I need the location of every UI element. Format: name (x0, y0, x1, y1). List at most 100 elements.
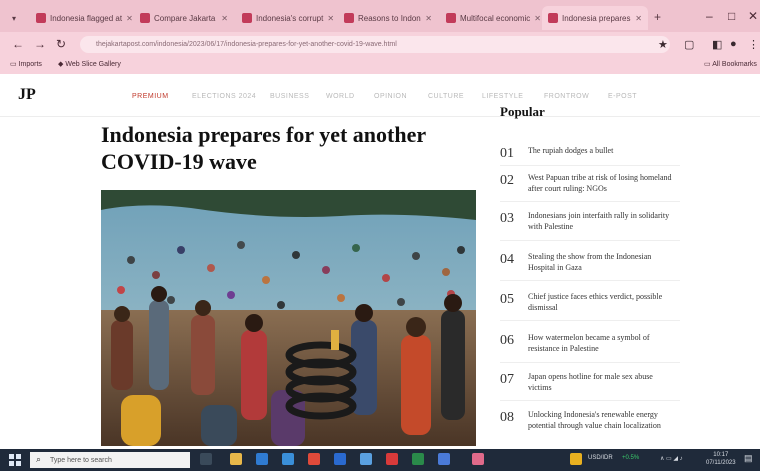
nav-item-culture[interactable]: CULTURE (428, 93, 464, 100)
divider (500, 165, 680, 166)
bookmark-web-slice-gallery[interactable]: ◆ Web Slice Gallery (58, 60, 121, 68)
mail-icon[interactable] (334, 453, 346, 465)
nav-item-elections[interactable]: ELECTIONS 2024 (192, 93, 256, 100)
browser-chrome: ▾ Indonesia flagged at ✕ Compare Jakarta… (0, 0, 760, 74)
close-tab-icon[interactable]: ✕ (217, 14, 228, 23)
favicon-icon (242, 13, 252, 23)
divider (500, 240, 680, 241)
task-view-icon[interactable] (200, 453, 212, 465)
tab-label: Indonesia prepares (562, 13, 631, 23)
tab-1[interactable]: Indonesia flagged at ✕ (30, 6, 132, 30)
nav-item-business[interactable]: BUSINESS (270, 93, 309, 100)
popular-rank: 08 (500, 410, 514, 425)
nav-item-lifestyle[interactable]: LIFESTYLE (482, 93, 523, 100)
popular-rank: 01 (500, 146, 514, 161)
tab-4[interactable]: Reasons to Indon ✕ (338, 6, 438, 30)
nav-item-epost[interactable]: E-POST (608, 93, 637, 100)
edge-icon[interactable] (256, 453, 268, 465)
url-text: thejakartapost.com/indonesia/2023/06/17/… (96, 41, 397, 48)
divider (500, 201, 680, 202)
profile-icon[interactable]: ● (730, 38, 737, 50)
close-tab-icon[interactable]: ✕ (421, 14, 432, 23)
stock-change: +0.5% (622, 455, 640, 461)
app-icon[interactable] (360, 453, 372, 465)
popular-title-link[interactable]: Indonesians join interfaith rally in sol… (528, 210, 678, 232)
article-photo (101, 190, 476, 446)
favicon-icon (548, 13, 558, 23)
clock-date: 07/11/2023 (706, 460, 736, 466)
system-tray-icons[interactable]: ∧ ▭ ◢ ♪ (660, 455, 683, 462)
search-icon: ⌕ (36, 454, 42, 464)
minimize-button[interactable]: – (706, 9, 713, 23)
close-tab-icon[interactable]: ✕ (530, 14, 540, 23)
popular-rank: 04 (500, 252, 514, 267)
popular-title-link[interactable]: The rupiah dodges a bullet (528, 145, 678, 156)
system-clock[interactable]: 10:17 07/11/2023 (706, 451, 736, 467)
popular-title-link[interactable]: Chief justice faces ethics verdict, poss… (528, 291, 678, 313)
app-icon-2[interactable] (412, 453, 424, 465)
favicon-icon (36, 13, 46, 23)
site-logo[interactable]: JP (18, 86, 36, 104)
all-bookmarks[interactable]: ▭ All Bookmarks (704, 60, 757, 68)
notification-icon[interactable]: ▤ (744, 453, 753, 464)
file-explorer-icon[interactable] (230, 453, 242, 465)
popular-rank: 07 (500, 372, 514, 387)
office-icon[interactable] (386, 453, 398, 465)
menu-icon[interactable]: ⋮ (748, 38, 759, 51)
chrome-pink-icon[interactable] (472, 453, 484, 465)
favicon-icon (344, 13, 354, 23)
back-arrow-icon[interactable]: ← (12, 37, 24, 51)
star-icon[interactable]: ★ (658, 38, 668, 51)
new-tab-button[interactable]: + (654, 10, 661, 24)
store-icon[interactable] (282, 453, 294, 465)
chrome-icon[interactable] (308, 453, 320, 465)
tab-label: Indonesia's corrupt (256, 13, 324, 23)
close-tab-icon[interactable]: ✕ (631, 14, 642, 23)
tab-5[interactable]: Multifocal economic ✕ (440, 6, 540, 30)
close-tab-icon[interactable]: ✕ (122, 14, 132, 23)
nav-item-opinion[interactable]: OPINION (374, 93, 407, 100)
word-icon[interactable] (438, 453, 450, 465)
clock-time: 10:17 (713, 452, 729, 458)
popular-title-link[interactable]: Stealing the show from the Indonesian Ho… (528, 251, 678, 273)
tab-label: Reasons to Indon (358, 13, 421, 23)
windows-start-icon[interactable] (9, 454, 21, 466)
article-headline: Indonesia prepares for yet another COVID… (101, 122, 426, 174)
address-bar[interactable]: thejakartapost.com/indonesia/2023/06/17/… (80, 36, 670, 53)
extension-icon[interactable]: ▢ (684, 38, 694, 51)
popular-title-link[interactable]: Unlocking Indonesia's renewable energy p… (528, 409, 678, 431)
tab-3[interactable]: Indonesia's corrupt ✕ (236, 6, 336, 30)
windows-taskbar: ⌕ Type here to search USD/IDR +0.5% ∧ ▭ … (0, 449, 760, 471)
sidebar-icon[interactable]: ◧ (712, 38, 722, 51)
tab-list-button[interactable]: ▾ (6, 6, 28, 30)
popular-rank: 06 (500, 333, 514, 348)
favicon-icon (140, 13, 150, 23)
popular-rank: 03 (500, 211, 514, 226)
nav-item-premium[interactable]: PREMIUM (132, 93, 169, 100)
folder-icon: ▭ (10, 61, 17, 68)
close-tab-icon[interactable]: ✕ (323, 14, 334, 23)
close-window-button[interactable]: ✕ (748, 9, 758, 23)
tab-2[interactable]: Compare Jakarta ✕ (134, 6, 234, 30)
nav-item-world[interactable]: WORLD (326, 93, 355, 100)
popular-title-link[interactable]: Japan opens hotline for male sex abuse v… (528, 371, 678, 393)
popular-title-link[interactable]: How watermelon became a symbol of resist… (528, 332, 678, 354)
popular-title-link[interactable]: West Papuan tribe at risk of losing home… (528, 172, 678, 194)
tab-bar: ▾ Indonesia flagged at ✕ Compare Jakarta… (0, 0, 760, 32)
stock-name: USD/IDR (588, 455, 613, 461)
tab-6-active[interactable]: Indonesia prepares ✕ (542, 6, 648, 30)
stock-widget-icon[interactable] (570, 453, 582, 465)
tab-label: Multifocal economic (460, 13, 531, 23)
nav-item-frontrow[interactable]: FRONTROW (544, 93, 589, 100)
search-placeholder: Type here to search (50, 456, 112, 464)
bookmark-imports[interactable]: ▭ Imports (10, 60, 42, 68)
folder-icon: ▭ (704, 61, 711, 68)
tab-label: Indonesia flagged at (50, 13, 123, 23)
divider (500, 280, 680, 281)
popular-rank: 05 (500, 292, 514, 307)
reload-icon[interactable]: ↻ (56, 37, 66, 51)
maximize-button[interactable]: □ (728, 9, 735, 23)
taskbar-search-box[interactable]: ⌕ Type here to search (30, 452, 190, 468)
forward-arrow-icon[interactable]: → (34, 37, 46, 51)
divider (500, 320, 680, 321)
